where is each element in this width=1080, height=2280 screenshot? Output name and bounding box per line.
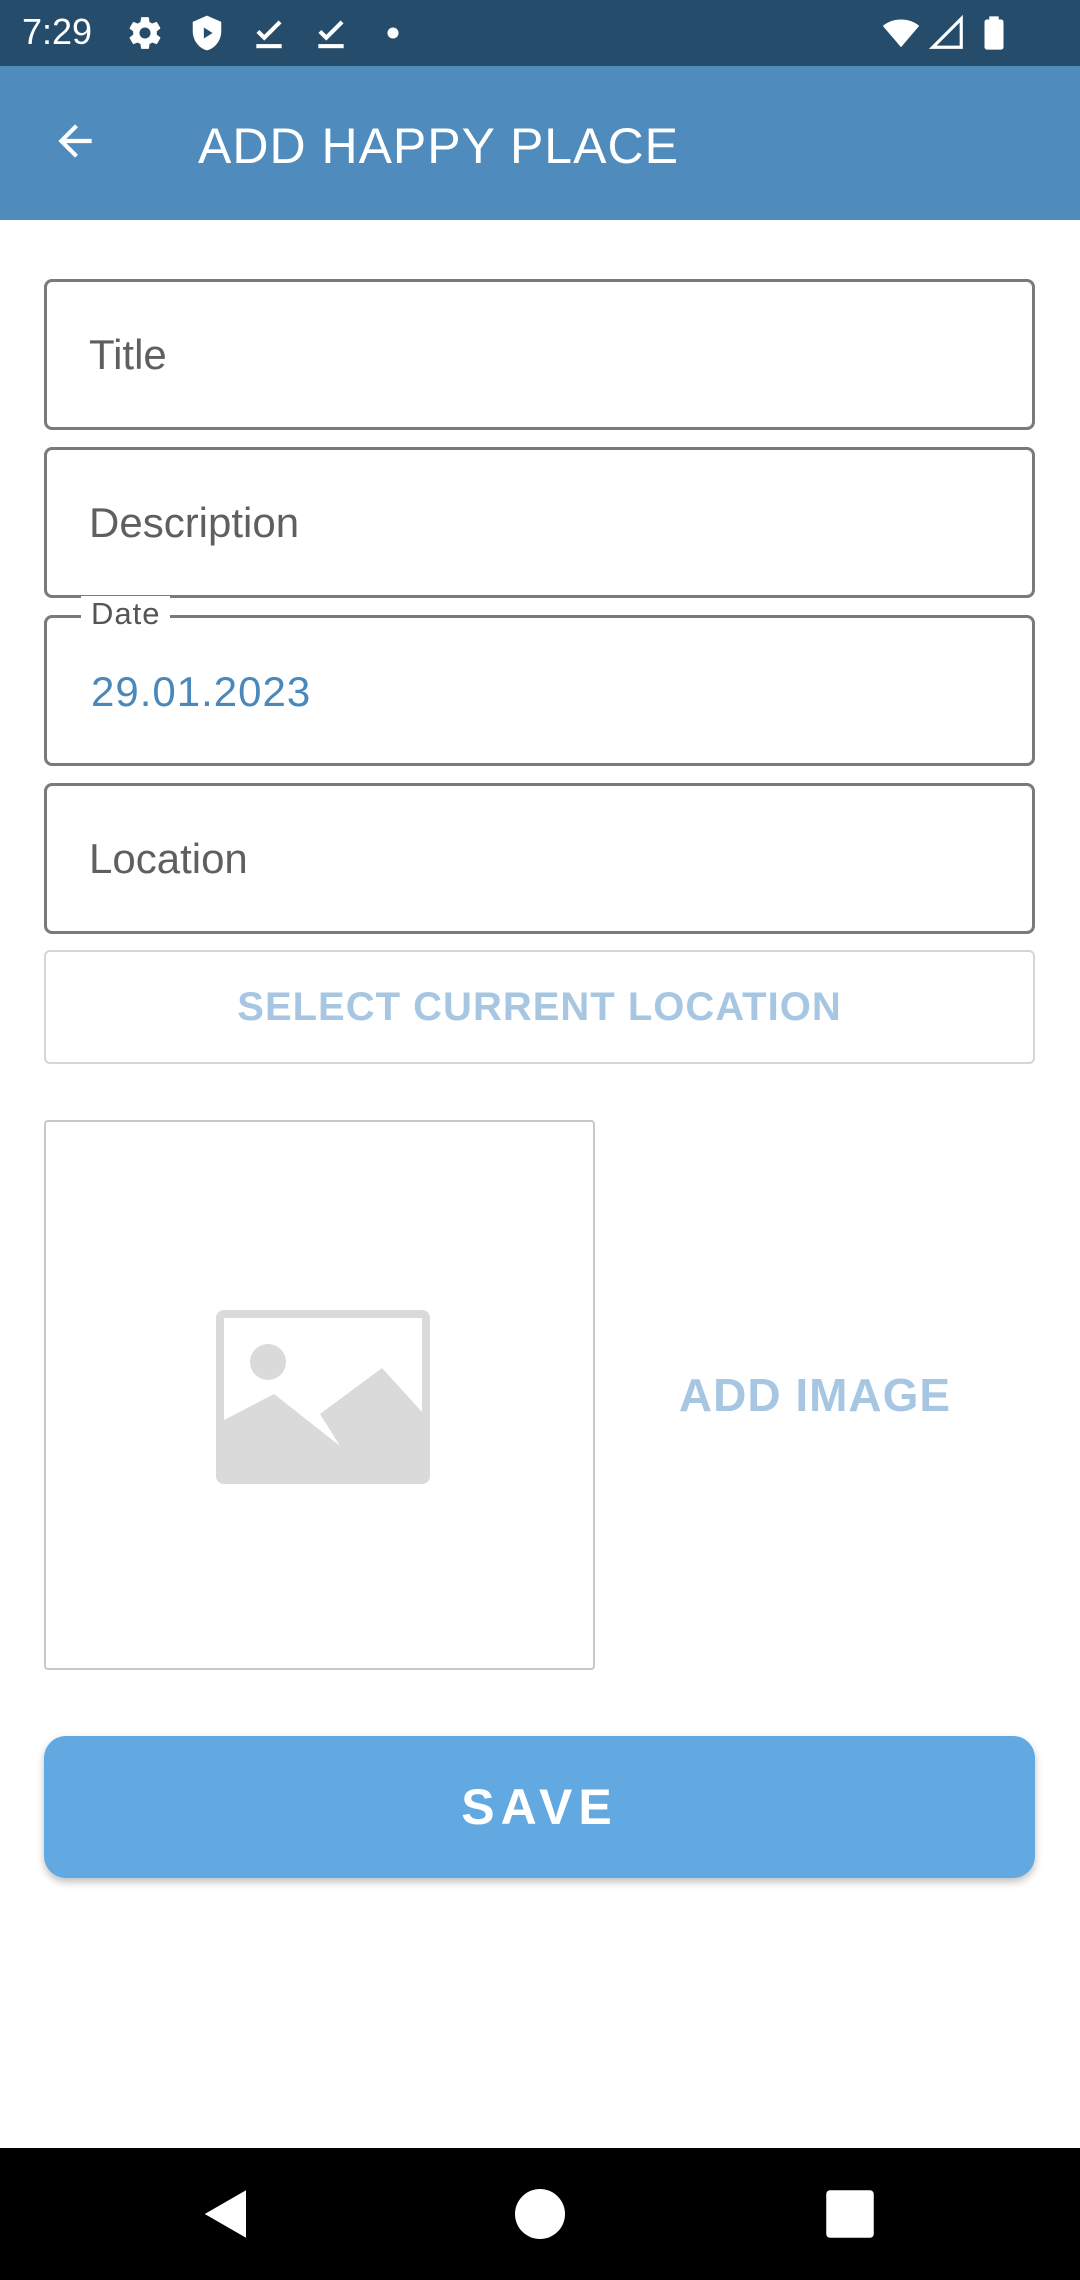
date-label: Date — [81, 596, 171, 632]
image-placeholder-icon — [216, 1310, 430, 1484]
home-circle-icon[interactable] — [510, 2184, 570, 2244]
battery-icon — [974, 14, 1014, 52]
status-bar: 7:29 — [0, 0, 1080, 66]
app-bar: ADD HAPPY PLACE — [0, 66, 1080, 220]
description-input[interactable] — [89, 450, 989, 595]
back-triangle-icon[interactable] — [196, 2184, 256, 2244]
navigation-bar — [0, 2148, 1080, 2280]
location-input[interactable] — [89, 786, 989, 931]
location-field[interactable] — [44, 783, 1035, 934]
shield-icon — [188, 14, 226, 52]
page-title: ADD HAPPY PLACE — [198, 118, 679, 174]
status-time: 7:29 — [22, 11, 93, 52]
signal-icon — [928, 14, 966, 52]
back-button[interactable] — [38, 106, 112, 180]
save-label: SAVE — [461, 1779, 618, 1835]
title-input[interactable] — [89, 282, 989, 427]
save-button[interactable]: SAVE — [44, 1736, 1035, 1878]
date-value: 29.01.2023 — [91, 668, 312, 715]
add-image-button[interactable]: ADD IMAGE — [660, 1340, 970, 1450]
select-current-location-button[interactable]: SELECT CURRENT LOCATION — [44, 950, 1035, 1064]
recents-square-icon[interactable] — [820, 2184, 880, 2244]
dot-icon — [374, 14, 412, 52]
download-done-icon — [250, 14, 288, 52]
gear-icon — [126, 14, 164, 52]
arrow-back-icon — [50, 116, 100, 171]
add-image-label: ADD IMAGE — [678, 1369, 952, 1421]
select-current-location-label: SELECT CURRENT LOCATION — [237, 984, 842, 1029]
wifi-icon — [880, 14, 922, 52]
image-preview — [44, 1120, 595, 1670]
download-done-icon — [312, 14, 350, 52]
date-field[interactable]: Date 29.01.2023 — [44, 596, 1035, 766]
description-field[interactable] — [44, 447, 1035, 598]
title-field[interactable] — [44, 279, 1035, 430]
add-happy-place-screen: 7:29 ADD HAPPY PLACE Title Description D… — [0, 0, 1080, 2280]
